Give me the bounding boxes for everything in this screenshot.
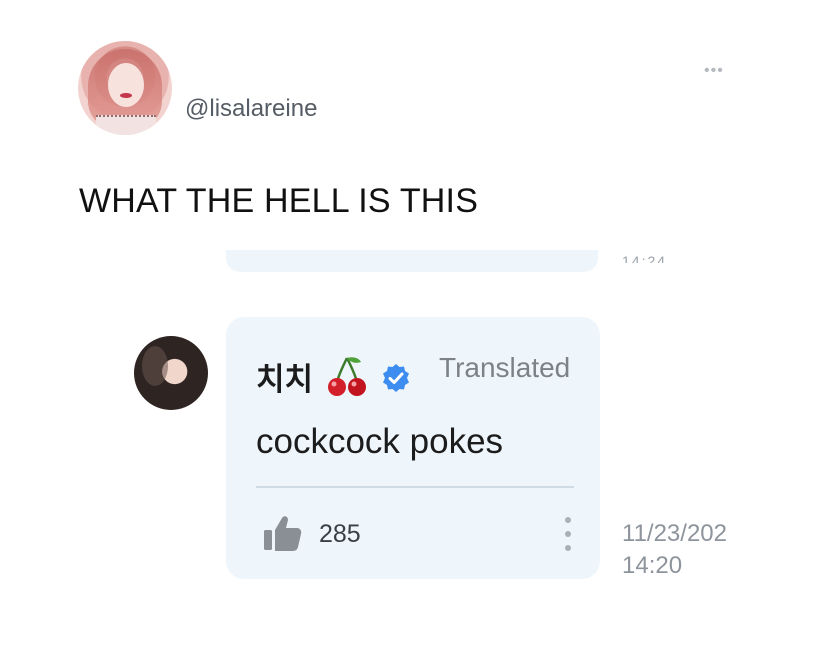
post-text: WHAT THE HELL IS THIS	[79, 182, 479, 220]
like-count: 285	[319, 520, 361, 548]
cherry-icon	[328, 357, 366, 396]
verified-badge-icon	[383, 364, 409, 392]
previous-comment-card	[226, 250, 598, 272]
thumbs-up-icon[interactable]	[262, 514, 302, 552]
avatar-collar	[96, 115, 156, 135]
more-options-icon[interactable]: •••	[704, 62, 724, 80]
previous-comment-time: 14:24	[622, 253, 668, 263]
kebab-menu-icon[interactable]	[562, 514, 574, 554]
comment-text: cockcock pokes	[256, 422, 504, 461]
comment-timestamp: 11/23/202 14:20	[622, 518, 738, 582]
commenter-name[interactable]: 치치	[256, 354, 313, 399]
avatar-hair	[142, 346, 168, 386]
poster-avatar[interactable]	[78, 41, 172, 135]
comment-date: 11/23/202	[622, 520, 727, 547]
commenter-avatar[interactable]	[134, 336, 208, 410]
comment-divider	[256, 486, 574, 488]
comment-time: 14:20	[622, 552, 683, 579]
poster-handle[interactable]: @lisalareine	[185, 95, 317, 123]
translated-label[interactable]: Translated	[439, 352, 570, 384]
avatar-face	[108, 63, 144, 107]
avatar-lips	[120, 93, 132, 98]
